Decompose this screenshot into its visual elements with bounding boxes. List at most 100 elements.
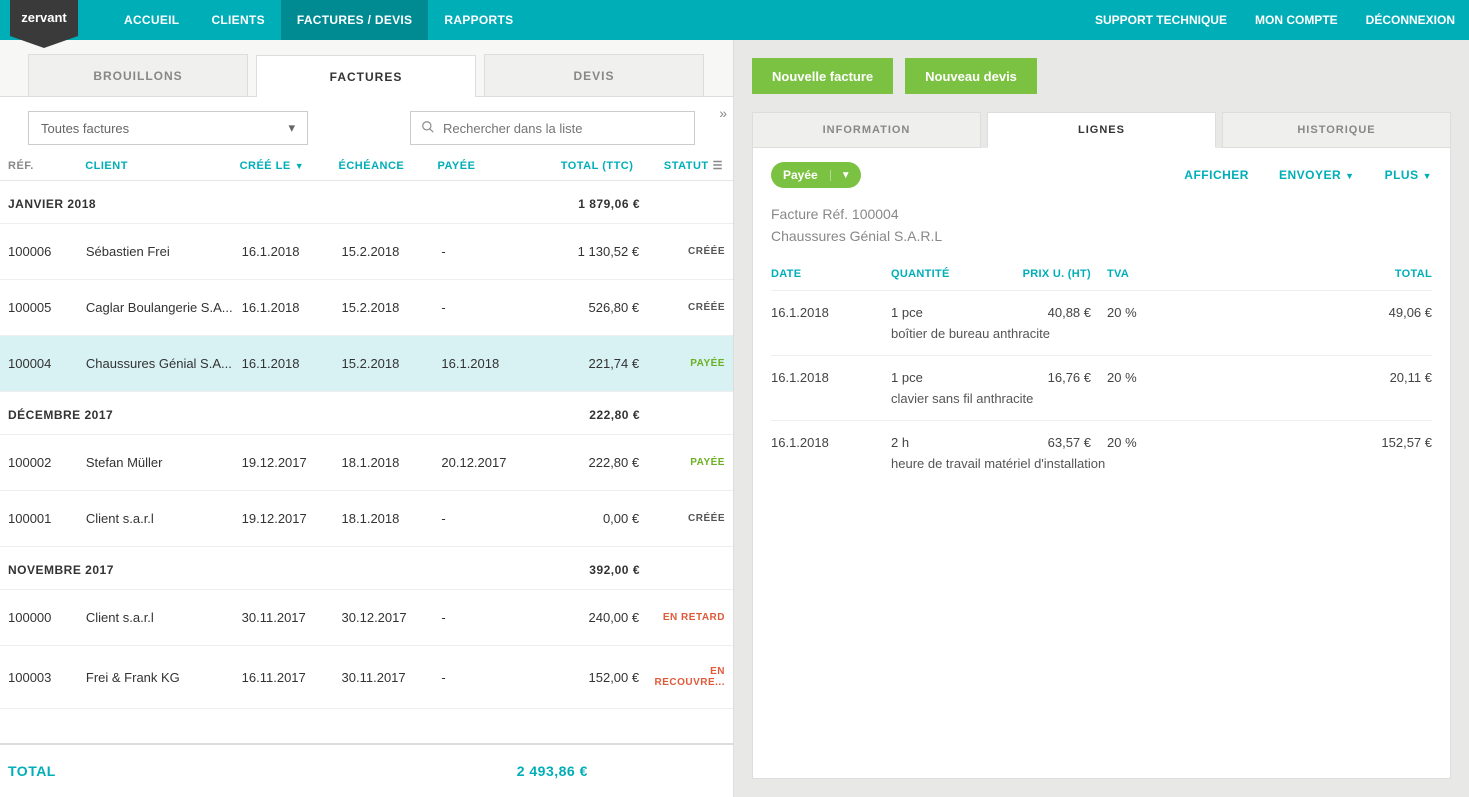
search-box[interactable] — [410, 111, 695, 145]
cell-client: Frei & Frank KG — [86, 670, 242, 685]
cell-ref: 100003 — [8, 670, 86, 685]
nav-item-factures-devis[interactable]: FACTURES / DEVIS — [281, 0, 428, 40]
search-input[interactable] — [443, 121, 684, 136]
cell-status: PAYÉE — [639, 358, 725, 369]
col-due[interactable]: ÉCHÉANCE — [339, 160, 438, 172]
col-total[interactable]: TOTAL (TTC) — [536, 160, 633, 172]
line-col-unit-price: PRIX U. (HT) — [1011, 268, 1091, 280]
cell-status: CRÉÉE — [639, 302, 725, 313]
cell-paid: - — [441, 610, 541, 625]
cell-created: 16.1.2018 — [242, 244, 342, 259]
afficher-link[interactable]: AFFICHER — [1184, 168, 1249, 182]
cell-due: 18.1.2018 — [342, 511, 442, 526]
list-tabs: BROUILLONSFACTURESDEVIS — [0, 40, 733, 97]
cell-status: PAYÉE — [639, 457, 725, 468]
detail-tabs: INFORMATIONLIGNESHISTORIQUE — [752, 112, 1451, 148]
new-quote-button[interactable]: Nouveau devis — [905, 58, 1037, 94]
columns-menu-icon[interactable]: ☰ — [713, 159, 723, 172]
line-qty: 2 h — [891, 435, 1011, 450]
invoice-row[interactable]: 100000Client s.a.r.l30.11.201730.12.2017… — [0, 590, 733, 646]
cell-client: Client s.a.r.l — [86, 610, 242, 625]
invoice-row[interactable]: 100004Chaussures Génial S.A...16.1.20181… — [0, 336, 733, 392]
col-client[interactable]: CLIENT — [85, 160, 239, 172]
envoyer-link[interactable]: ENVOYER▼ — [1279, 168, 1355, 182]
invoice-row[interactable]: 100006Sébastien Frei16.1.201815.2.2018-1… — [0, 224, 733, 280]
cell-due: 15.2.2018 — [342, 244, 442, 259]
cell-paid: - — [441, 244, 541, 259]
nav-item-mon-compte[interactable]: MON COMPTE — [1241, 0, 1352, 40]
line-description: boîtier de bureau anthracite — [771, 320, 1432, 349]
sort-desc-icon: ▼ — [295, 161, 304, 171]
grand-total-value: 2 493,86 € — [490, 763, 588, 779]
detail-tab-information[interactable]: INFORMATION — [752, 112, 981, 148]
group-title: DÉCEMBRE 2017 — [8, 408, 542, 422]
line-vat: 20 % — [1091, 370, 1151, 385]
line-col-vat: TVA — [1091, 268, 1151, 280]
invoice-line: 16.1.20181 pce16,76 €20 %20,11 €clavier … — [771, 355, 1432, 420]
invoice-client: Chaussures Génial S.A.R.L — [771, 228, 1432, 244]
line-vat: 20 % — [1091, 305, 1151, 320]
list-body: JANVIER 20181 879,06 €100006Sébastien Fr… — [0, 181, 733, 743]
detail-tab-lignes[interactable]: LIGNES — [987, 112, 1216, 148]
logo[interactable]: zervant — [0, 0, 88, 40]
nav-item-rapports[interactable]: RAPPORTS — [428, 0, 529, 40]
line-total: 20,11 € — [1151, 370, 1432, 385]
cell-due: 18.1.2018 — [342, 455, 442, 470]
invoice-row[interactable]: 100002Stefan Müller19.12.201718.1.201820… — [0, 435, 733, 491]
cell-created: 16.11.2017 — [242, 670, 342, 685]
new-invoice-button[interactable]: Nouvelle facture — [752, 58, 893, 94]
col-status[interactable]: STATUT — [633, 160, 712, 172]
cell-total: 240,00 € — [541, 610, 639, 625]
action-buttons: Nouvelle facture Nouveau devis — [752, 58, 1451, 94]
invoice-line: 16.1.20181 pce40,88 €20 %49,06 €boîtier … — [771, 290, 1432, 355]
cell-ref: 100002 — [8, 455, 86, 470]
line-description: clavier sans fil anthracite — [771, 385, 1432, 414]
cell-client: Client s.a.r.l — [86, 511, 242, 526]
tab-devis[interactable]: DEVIS — [484, 54, 704, 96]
cell-total: 0,00 € — [541, 511, 639, 526]
line-total: 152,57 € — [1151, 435, 1432, 450]
group-total: 1 879,06 € — [542, 197, 640, 211]
filter-dropdown-label: Toutes factures — [41, 121, 129, 136]
filter-row: Toutes factures ▾ » — [0, 97, 733, 159]
filter-dropdown[interactable]: Toutes factures ▾ — [28, 111, 308, 145]
cell-status: EN RETARD — [639, 612, 725, 623]
card-actions: Payée ▼ AFFICHER ENVOYER▼ PLUS▼ — [771, 162, 1432, 188]
cell-created: 19.12.2017 — [242, 455, 342, 470]
grand-total-row: TOTAL 2 493,86 € — [0, 743, 733, 797]
cell-created: 19.12.2017 — [242, 511, 342, 526]
col-paid[interactable]: PAYÉE — [437, 160, 536, 172]
group-header: NOVEMBRE 2017392,00 € — [0, 547, 733, 590]
cell-status: CRÉÉE — [639, 513, 725, 524]
grand-total-label: TOTAL — [8, 763, 56, 779]
plus-link[interactable]: PLUS▼ — [1385, 168, 1432, 182]
tab-brouillons[interactable]: BROUILLONS — [28, 54, 248, 96]
cell-created: 16.1.2018 — [242, 356, 342, 371]
invoice-line: 16.1.20182 h63,57 €20 %152,57 €heure de … — [771, 420, 1432, 485]
chevron-down-icon: ▼ — [830, 170, 861, 181]
invoice-row[interactable]: 100003Frei & Frank KG16.11.201730.11.201… — [0, 646, 733, 709]
cell-total: 221,74 € — [541, 356, 639, 371]
tab-factures[interactable]: FACTURES — [256, 55, 476, 97]
cell-due: 15.2.2018 — [342, 356, 442, 371]
line-qty: 1 pce — [891, 370, 1011, 385]
nav-item-accueil[interactable]: ACCUEIL — [108, 0, 195, 40]
cell-status: CRÉÉE — [639, 246, 725, 257]
nav-item-clients[interactable]: CLIENTS — [195, 0, 280, 40]
status-pill[interactable]: Payée ▼ — [771, 162, 861, 188]
col-created[interactable]: CRÉÉ LE▼ — [240, 160, 339, 172]
detail-tab-historique[interactable]: HISTORIQUE — [1222, 112, 1451, 148]
detail-pane: Nouvelle facture Nouveau devis INFORMATI… — [734, 40, 1469, 797]
invoice-list-pane: BROUILLONSFACTURESDEVIS Toutes factures … — [0, 40, 734, 797]
invoice-row[interactable]: 100005Caglar Boulangerie S.A...16.1.2018… — [0, 280, 733, 336]
col-ref[interactable]: RÉF. — [8, 160, 85, 172]
line-unit-price: 16,76 € — [1011, 370, 1091, 385]
line-date: 16.1.2018 — [771, 305, 891, 320]
detail-card: Payée ▼ AFFICHER ENVOYER▼ PLUS▼ Facture … — [752, 148, 1451, 779]
invoice-row[interactable]: 100001Client s.a.r.l19.12.201718.1.2018-… — [0, 491, 733, 547]
collapse-panel-icon[interactable]: » — [719, 105, 727, 121]
cell-status: EN RECOUVRE... — [639, 666, 725, 688]
nav-item-support-technique[interactable]: SUPPORT TECHNIQUE — [1081, 0, 1241, 40]
group-total: 222,80 € — [542, 408, 640, 422]
nav-item-d-connexion[interactable]: DÉCONNEXION — [1352, 0, 1469, 40]
